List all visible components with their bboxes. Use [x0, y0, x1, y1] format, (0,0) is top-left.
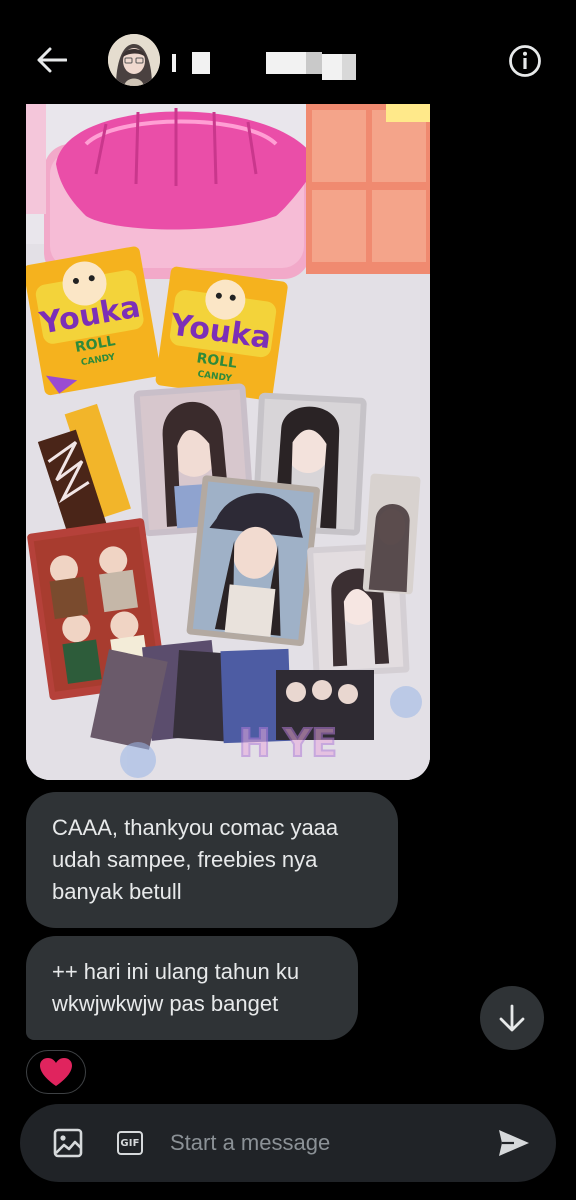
photo-message[interactable]: Youka ROLL CANDY Youka ROLL CANDY H YE [26, 104, 430, 780]
heart-icon [40, 1058, 72, 1086]
photo-attachment: Youka ROLL CANDY Youka ROLL CANDY H YE [26, 104, 430, 780]
arrow-down-icon [499, 1004, 525, 1032]
gif-icon: GIF [117, 1131, 143, 1155]
message-text-line: wkwjwkwjw pas banget [52, 991, 279, 1016]
arrow-left-icon [37, 47, 67, 73]
redaction-block [266, 52, 306, 74]
message-composer: GIF [20, 1104, 556, 1182]
redaction-block [192, 52, 210, 74]
conversation-info-button[interactable] [504, 40, 546, 82]
add-photo-button[interactable] [48, 1123, 88, 1163]
redaction-block [342, 54, 356, 80]
image-icon [53, 1128, 83, 1158]
svg-text:H YE: H YE [239, 721, 338, 765]
info-icon [509, 45, 541, 77]
message-text-line: udah sampee, freebies nya [52, 847, 318, 872]
back-button[interactable] [30, 40, 74, 80]
send-icon [499, 1130, 529, 1156]
avatar-image [108, 34, 160, 86]
received-message[interactable]: CAAA, thankyou comac yaaa udah sampee, f… [26, 792, 398, 928]
message-text-line: CAAA, thankyou comac yaaa [52, 815, 339, 840]
redaction-block [172, 54, 176, 72]
redaction-block [306, 52, 322, 74]
send-button[interactable] [494, 1123, 534, 1163]
message-text-line: banyak betull [52, 879, 182, 904]
message-input[interactable] [170, 1124, 480, 1162]
heart-reaction[interactable] [26, 1050, 86, 1094]
add-gif-button[interactable]: GIF [110, 1123, 150, 1163]
scroll-to-bottom-button[interactable] [480, 986, 544, 1050]
conversation-header [0, 0, 576, 104]
contact-avatar[interactable] [108, 34, 160, 86]
contact-name-redacted[interactable] [172, 48, 356, 80]
message-text-line: ++ hari ini ulang tahun ku [52, 959, 300, 984]
received-message[interactable]: ++ hari ini ulang tahun ku wkwjwkwjw pas… [26, 936, 358, 1040]
redaction-block [322, 54, 342, 80]
